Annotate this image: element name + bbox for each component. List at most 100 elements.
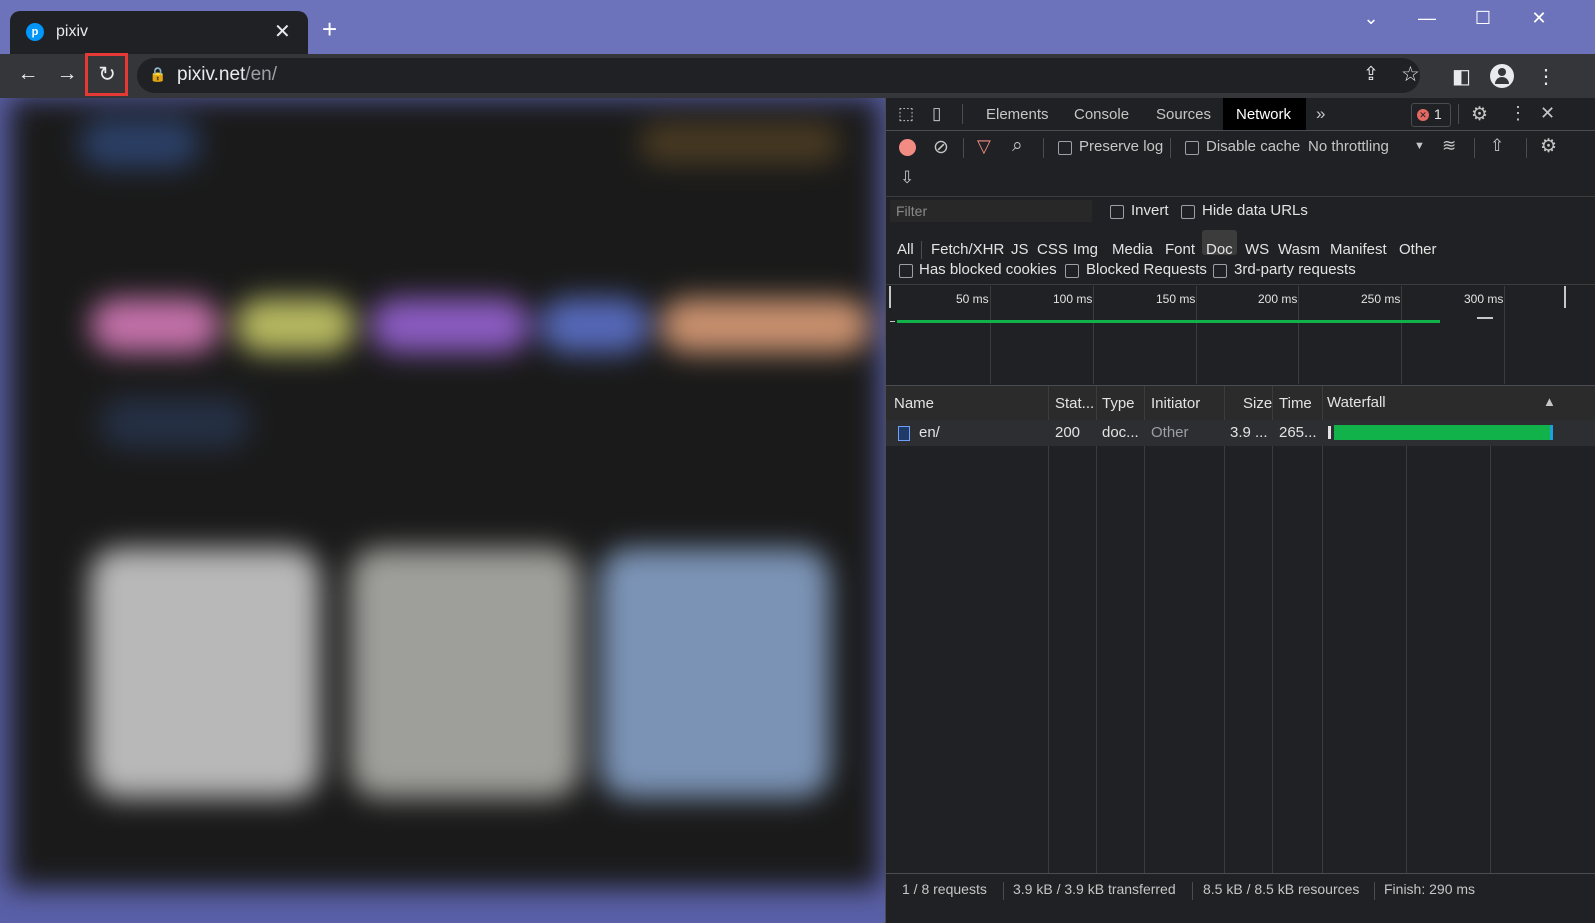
tab-sources[interactable]: Sources <box>1156 106 1211 123</box>
devtools-menu-icon[interactable]: ⋮ <box>1509 103 1527 124</box>
filter-input[interactable]: Filter <box>890 200 1092 222</box>
new-tab-button[interactable]: + <box>322 14 337 45</box>
col-waterfall[interactable]: Waterfall <box>1327 394 1386 411</box>
web-page-content[interactable] <box>0 98 885 923</box>
close-tab-icon[interactable]: ✕ <box>274 19 291 44</box>
back-arrow-icon[interactable]: ← <box>13 62 43 86</box>
inspect-element-icon[interactable]: ⬚ <box>898 104 914 124</box>
filter-all[interactable]: All <box>897 241 914 258</box>
throttling-dropdown-icon[interactable]: ▼ <box>1414 140 1425 152</box>
third-party-label: 3rd-party requests <box>1234 261 1356 278</box>
invert-label: Invert <box>1131 202 1169 219</box>
pixiv-favicon-icon: p <box>26 23 44 41</box>
col-status[interactable]: Stat... <box>1055 395 1094 412</box>
timeline-tick-100: 100 ms <box>1053 292 1093 306</box>
filter-placeholder: Filter <box>896 203 928 219</box>
third-party-checkbox[interactable] <box>1213 264 1227 278</box>
table-row[interactable]: en/ 200 doc... Other 3.9 ... 265... <box>886 420 1595 446</box>
hide-data-urls-label: Hide data URLs <box>1202 202 1308 219</box>
overview-request-bar <box>897 320 1440 323</box>
sort-ascending-icon: ▲ <box>1543 394 1556 409</box>
filter-ws[interactable]: WS <box>1245 241 1269 258</box>
preserve-log-label: Preserve log <box>1079 138 1164 155</box>
settings-gear-icon[interactable]: ⚙ <box>1471 103 1488 126</box>
col-size[interactable]: Size <box>1243 395 1272 412</box>
forward-arrow-icon[interactable]: → <box>52 62 82 86</box>
hide-data-urls-checkbox[interactable] <box>1181 205 1195 219</box>
request-table-header <box>886 386 1595 420</box>
waterfall-bar <box>1334 425 1553 440</box>
share-icon[interactable]: ⇪ <box>1363 63 1379 86</box>
load-event-marker <box>1477 317 1493 319</box>
error-icon: ✕ <box>1417 109 1429 121</box>
has-blocked-cookies-label: Has blocked cookies <box>919 261 1057 278</box>
close-devtools-icon[interactable]: ✕ <box>1540 103 1555 124</box>
device-toolbar-icon[interactable]: ▯ <box>932 104 941 124</box>
network-settings-gear-icon[interactable]: ⚙ <box>1540 135 1557 158</box>
tab-network[interactable]: Network <box>1223 98 1306 130</box>
address-bar[interactable]: 🔒 pixiv.net/en/ ⇪ ☆ <box>137 58 1420 93</box>
timeline-tick-150: 150 ms <box>1156 292 1196 306</box>
status-requests: 1 / 8 requests <box>902 881 987 897</box>
col-time[interactable]: Time <box>1279 395 1312 412</box>
error-count: 1 <box>1434 106 1442 122</box>
filter-img[interactable]: Img <box>1073 241 1098 258</box>
url-host: pixiv.net <box>177 64 246 85</box>
col-type[interactable]: Type <box>1102 395 1135 412</box>
row-name: en/ <box>919 424 940 441</box>
filter-wasm[interactable]: Wasm <box>1278 241 1320 258</box>
filter-css[interactable]: CSS <box>1037 241 1068 258</box>
filter-media[interactable]: Media <box>1112 241 1153 258</box>
filter-doc[interactable]: Doc <box>1206 241 1233 258</box>
devtools-panel: ⬚ ▯ Elements Console Sources Network » ✕… <box>885 98 1595 923</box>
export-har-icon[interactable]: ⇩ <box>900 168 914 188</box>
row-time: 265... <box>1279 424 1317 441</box>
search-icon[interactable]: ⌕ <box>1012 135 1023 157</box>
status-resources: 8.5 kB / 8.5 kB resources <box>1203 881 1360 897</box>
filter-js[interactable]: JS <box>1011 241 1029 258</box>
disable-cache-checkbox[interactable] <box>1185 141 1199 155</box>
close-window-button[interactable]: ✕ <box>1524 8 1554 29</box>
more-tabs-chevron-icon[interactable]: » <box>1316 104 1325 124</box>
filter-font[interactable]: Font <box>1165 241 1195 258</box>
disable-cache-label: Disable cache <box>1206 138 1301 155</box>
has-blocked-cookies-checkbox[interactable] <box>899 264 913 278</box>
waterfall-queue-bar <box>1328 426 1331 439</box>
timeline-tick-250: 250 ms <box>1361 292 1401 306</box>
network-conditions-icon[interactable]: ≋ <box>1442 136 1456 156</box>
filter-other[interactable]: Other <box>1399 241 1437 258</box>
error-counter-badge[interactable]: ✕ 1 <box>1411 103 1451 127</box>
clear-icon[interactable]: ⊘ <box>933 136 949 159</box>
bookmark-star-icon[interactable]: ☆ <box>1401 62 1420 87</box>
side-panel-icon[interactable]: ◧ <box>1452 64 1471 89</box>
filter-funnel-icon[interactable]: ▽ <box>977 136 991 157</box>
tab-console[interactable]: Console <box>1074 106 1129 123</box>
maximize-button[interactable]: ☐ <box>1468 8 1498 29</box>
lock-icon: 🔒 <box>149 66 167 82</box>
tab-elements[interactable]: Elements <box>986 106 1049 123</box>
col-name[interactable]: Name <box>894 395 934 412</box>
timeline-tick-300: 300 ms <box>1464 292 1504 306</box>
tab-title: pixiv <box>56 23 89 40</box>
col-initiator[interactable]: Initiator <box>1151 395 1200 412</box>
row-size: 3.9 ... <box>1230 424 1268 441</box>
profile-avatar-icon[interactable] <box>1490 64 1514 88</box>
minimize-button[interactable]: — <box>1412 8 1442 29</box>
url-path: /en/ <box>245 64 277 85</box>
status-finish: Finish: 290 ms <box>1384 881 1476 897</box>
browser-tab[interactable]: p pixiv ✕ <box>10 11 308 54</box>
browser-menu-icon[interactable]: ⋮ <box>1536 64 1556 89</box>
record-button[interactable] <box>899 139 916 156</box>
row-type: doc... <box>1102 424 1139 441</box>
throttling-select[interactable]: No throttling <box>1308 138 1389 155</box>
preserve-log-checkbox[interactable] <box>1058 141 1072 155</box>
invert-checkbox[interactable] <box>1110 205 1124 219</box>
filter-manifest[interactable]: Manifest <box>1330 241 1387 258</box>
timeline-tick-200: 200 ms <box>1258 292 1298 306</box>
import-har-icon[interactable]: ⇧ <box>1490 136 1504 156</box>
tab-network-label: Network <box>1236 106 1292 123</box>
tab-search-icon[interactable]: ⌄ <box>1356 8 1386 29</box>
filter-fetch-xhr[interactable]: Fetch/XHR <box>931 241 1004 258</box>
blocked-requests-label: Blocked Requests <box>1086 261 1207 278</box>
blocked-requests-checkbox[interactable] <box>1065 264 1079 278</box>
